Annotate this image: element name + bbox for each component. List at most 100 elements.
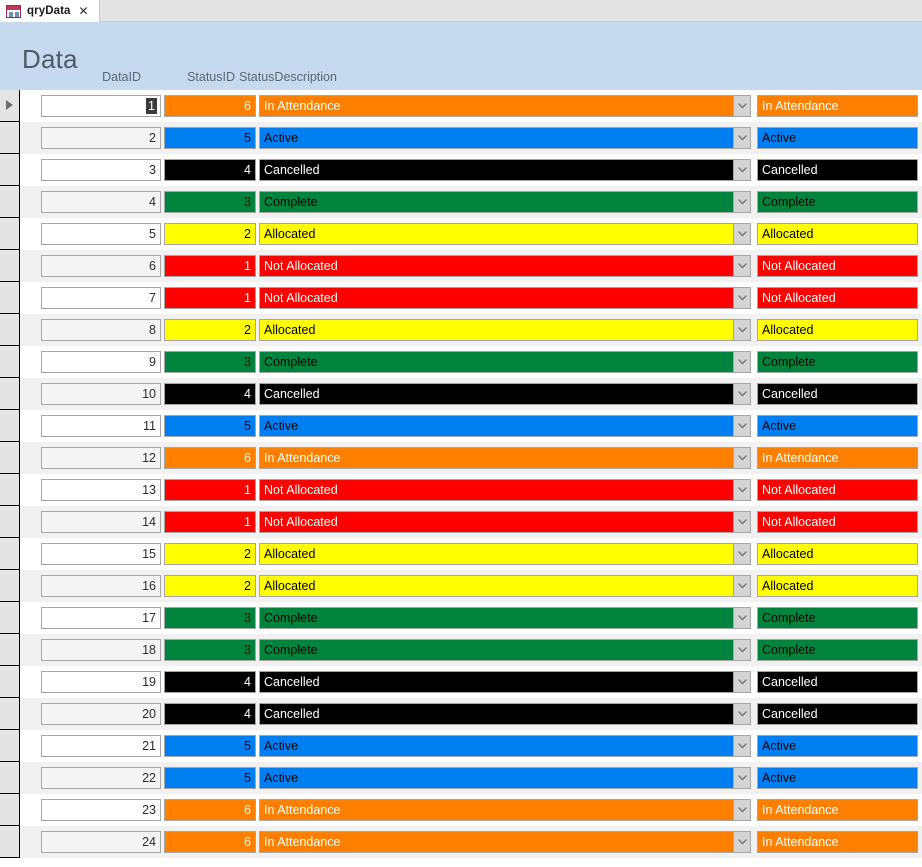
dataid-field[interactable]: 13 [41,479,161,501]
statusdescription-combobox[interactable]: Allocated [259,543,751,565]
statusid-field[interactable]: 1 [164,287,256,309]
record-row[interactable]: 7 1 Not Allocated Not Allocated [0,282,922,314]
dataid-field[interactable]: 6 [41,255,161,277]
record-row[interactable]: 12 6 In Attendance In Attendance [0,442,922,474]
record-selector[interactable] [0,506,20,538]
statusid-field[interactable]: 4 [164,703,256,725]
dataid-field[interactable]: 14 [41,511,161,533]
statusid-field[interactable]: 1 [164,255,256,277]
statusdescription-textbox[interactable]: Allocated [757,575,918,597]
record-row[interactable]: 15 2 Allocated Allocated [0,538,922,570]
dataid-field[interactable]: 8 [41,319,161,341]
statusdescription-textbox[interactable]: Complete [757,639,918,661]
chevron-down-icon[interactable] [733,672,750,692]
statusdescription-combobox[interactable]: In Attendance [259,447,751,469]
dataid-field[interactable]: 16 [41,575,161,597]
record-row[interactable]: 8 2 Allocated Allocated [0,314,922,346]
statusid-field[interactable]: 2 [164,575,256,597]
statusdescription-textbox[interactable]: Allocated [757,543,918,565]
dataid-field[interactable]: 23 [41,799,161,821]
chevron-down-icon[interactable] [733,640,750,660]
record-row[interactable]: 17 3 Complete Complete [0,602,922,634]
dataid-field[interactable]: 1 [41,95,161,117]
statusdescription-textbox[interactable]: Not Allocated [757,255,918,277]
chevron-down-icon[interactable] [733,736,750,756]
dataid-field[interactable]: 11 [41,415,161,437]
record-row[interactable]: 4 3 Complete Complete [0,186,922,218]
record-selector[interactable] [0,186,20,218]
record-row[interactable]: 11 5 Active Active [0,410,922,442]
record-selector[interactable] [0,154,20,186]
chevron-down-icon[interactable] [733,96,750,116]
chevron-down-icon[interactable] [733,192,750,212]
dataid-field[interactable]: 24 [41,831,161,853]
statusdescription-combobox[interactable]: Not Allocated [259,511,751,533]
statusid-field[interactable]: 4 [164,159,256,181]
statusid-field[interactable]: 1 [164,479,256,501]
statusid-field[interactable]: 6 [164,95,256,117]
record-row[interactable]: 2 5 Active Active [0,122,922,154]
record-row[interactable]: 18 3 Complete Complete [0,634,922,666]
statusdescription-combobox[interactable]: Not Allocated [259,255,751,277]
chevron-down-icon[interactable] [733,224,750,244]
statusdescription-combobox[interactable]: Active [259,415,751,437]
dataid-field[interactable]: 3 [41,159,161,181]
record-selector[interactable] [0,378,20,410]
statusdescription-textbox[interactable]: In Attendance [757,95,918,117]
record-row[interactable]: 24 6 In Attendance In Attendance [0,826,922,858]
statusdescription-textbox[interactable]: Not Allocated [757,287,918,309]
record-selector[interactable] [0,474,20,506]
statusid-field[interactable]: 2 [164,223,256,245]
statusdescription-combobox[interactable]: In Attendance [259,831,751,853]
record-selector[interactable] [0,730,20,762]
statusdescription-combobox[interactable]: Cancelled [259,703,751,725]
statusdescription-textbox[interactable]: Active [757,127,918,149]
statusdescription-textbox[interactable]: In Attendance [757,799,918,821]
statusdescription-textbox[interactable]: Complete [757,191,918,213]
statusdescription-combobox[interactable]: Active [259,767,751,789]
dataid-field[interactable]: 10 [41,383,161,405]
close-icon[interactable]: ✕ [77,4,91,19]
chevron-down-icon[interactable] [733,352,750,372]
statusid-field[interactable]: 2 [164,319,256,341]
dataid-field[interactable]: 20 [41,703,161,725]
chevron-down-icon[interactable] [733,256,750,276]
statusdescription-combobox[interactable]: Complete [259,191,751,213]
record-row[interactable]: 20 4 Cancelled Cancelled [0,698,922,730]
statusdescription-combobox[interactable]: Allocated [259,319,751,341]
statusid-field[interactable]: 5 [164,767,256,789]
record-selector[interactable] [0,346,20,378]
statusdescription-combobox[interactable]: Allocated [259,223,751,245]
statusdescription-textbox[interactable]: Active [757,415,918,437]
statusdescription-textbox[interactable]: Not Allocated [757,511,918,533]
statusid-field[interactable]: 4 [164,383,256,405]
statusdescription-combobox[interactable]: Cancelled [259,159,751,181]
statusdescription-textbox[interactable]: Active [757,767,918,789]
chevron-down-icon[interactable] [733,480,750,500]
statusid-field[interactable]: 5 [164,735,256,757]
record-selector[interactable] [0,90,20,122]
statusid-field[interactable]: 3 [164,639,256,661]
statusdescription-textbox[interactable]: Cancelled [757,383,918,405]
chevron-down-icon[interactable] [733,416,750,436]
dataid-field[interactable]: 17 [41,607,161,629]
dataid-field[interactable]: 15 [41,543,161,565]
dataid-field[interactable]: 19 [41,671,161,693]
statusdescription-textbox[interactable]: Complete [757,351,918,373]
dataid-field[interactable]: 5 [41,223,161,245]
statusdescription-textbox[interactable]: Cancelled [757,703,918,725]
record-row[interactable]: 23 6 In Attendance In Attendance [0,794,922,826]
chevron-down-icon[interactable] [733,288,750,308]
statusdescription-combobox[interactable]: Cancelled [259,671,751,693]
statusid-field[interactable]: 5 [164,415,256,437]
statusid-field[interactable]: 6 [164,799,256,821]
statusid-field[interactable]: 6 [164,447,256,469]
chevron-down-icon[interactable] [733,576,750,596]
record-selector[interactable] [0,826,20,858]
statusdescription-textbox[interactable]: Cancelled [757,671,918,693]
statusdescription-combobox[interactable]: In Attendance [259,95,751,117]
record-selector[interactable] [0,218,20,250]
record-row[interactable]: 3 4 Cancelled Cancelled [0,154,922,186]
statusdescription-combobox[interactable]: Complete [259,639,751,661]
record-selector[interactable] [0,250,20,282]
